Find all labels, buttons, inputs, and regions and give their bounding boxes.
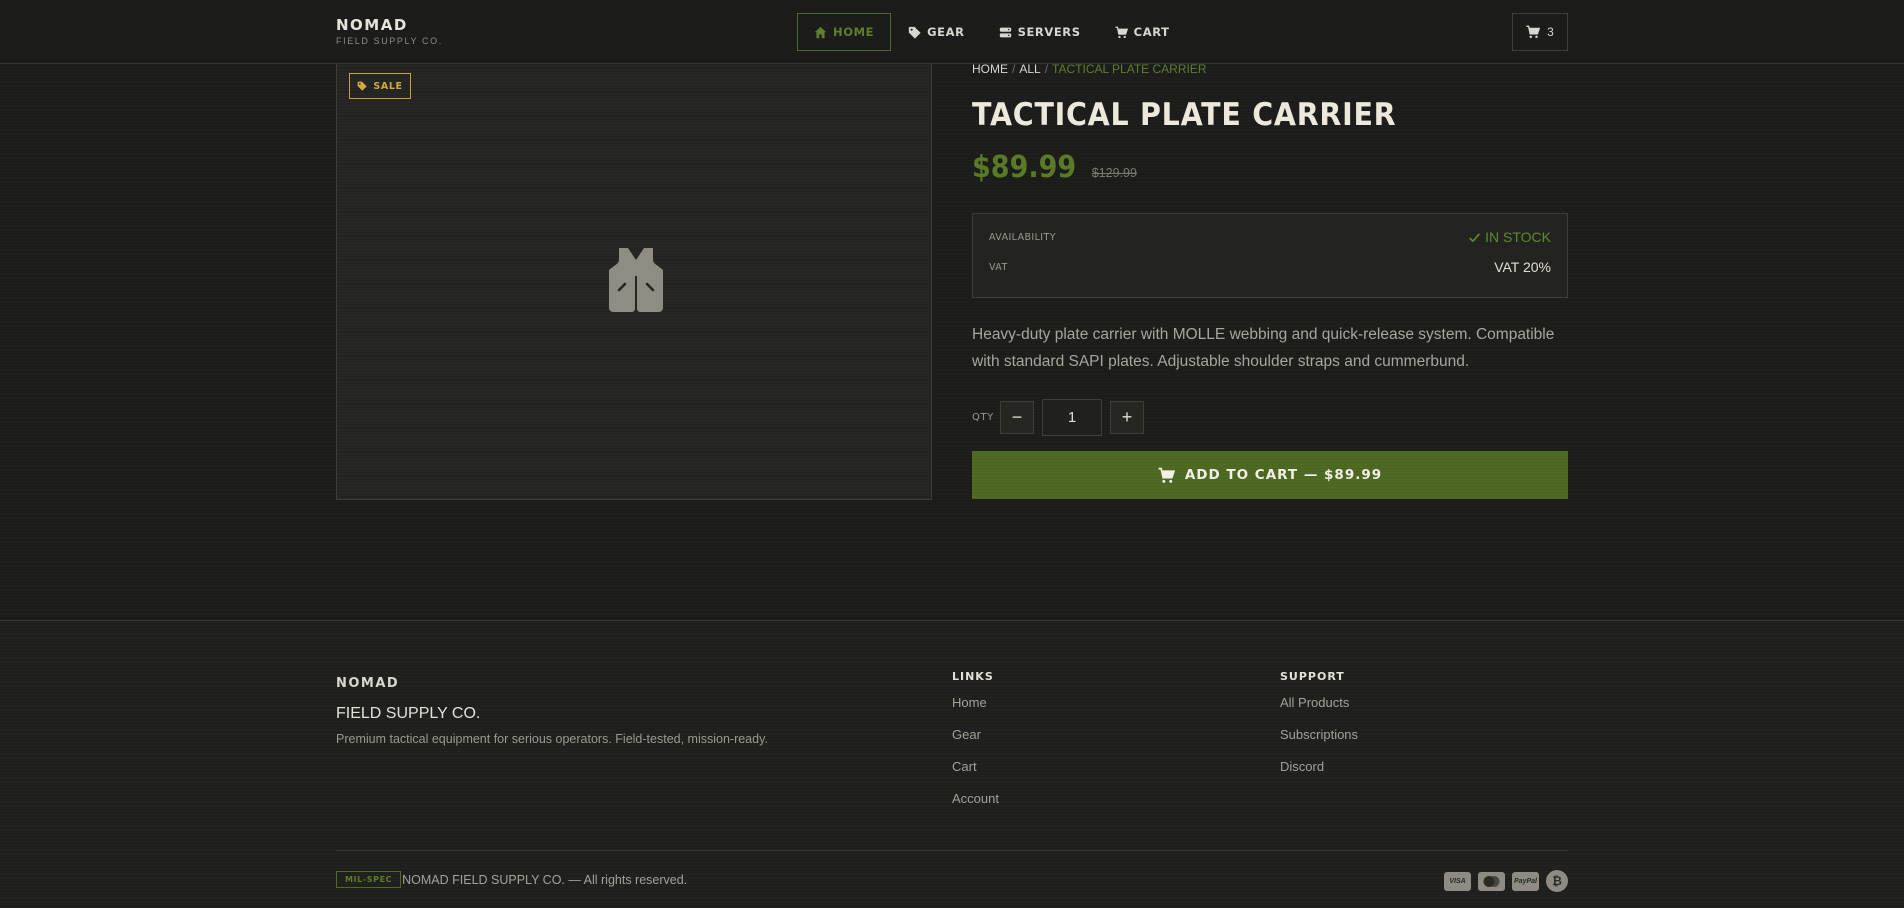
footer-links-title: LINKS (952, 670, 994, 683)
footer-divider (336, 850, 1568, 851)
specs-panel: AVAILABILITY IN STOCK VAT VAT 20% (972, 213, 1568, 298)
site-header: NOMAD FIELD SUPPLY CO. HOME GEAR SERVERS… (0, 0, 1904, 64)
copyright-text: NOMAD FIELD SUPPLY CO. — All rights rese… (402, 872, 688, 887)
cart-icon (1158, 467, 1175, 483)
breadcrumb: HOME / ALL / TACTICAL PLATE CARRIER (972, 62, 1568, 76)
footer-links-column: LINKS Home Gear Cart Account (952, 670, 999, 823)
add-to-cart-button[interactable]: ADD TO CART — $89.99 (972, 451, 1568, 499)
footer-link-discord[interactable]: Discord (1280, 759, 1358, 791)
qty-decrease-button[interactable]: − (1000, 401, 1034, 434)
price-row: $89.99 $129.99 (972, 150, 1137, 185)
nav-home[interactable]: HOME (797, 13, 892, 51)
product-info: HOME / ALL / TACTICAL PLATE CARRIER TACTICAL… (972, 62, 1568, 499)
nav-home-label: HOME (833, 25, 875, 39)
milspec-badge: MIL-SPEC (336, 871, 402, 888)
server-icon (999, 27, 1011, 37)
tag-icon (358, 81, 368, 91)
site-footer: NOMAD FIELD SUPPLY CO. Premium tactical … (0, 620, 1904, 908)
vat-row: VAT VAT 20% (989, 259, 1551, 275)
sale-badge: SALE (349, 73, 411, 99)
breadcrumb-home[interactable]: HOME (972, 62, 1008, 76)
breadcrumb-all[interactable]: ALL (1019, 62, 1040, 76)
product-description: Heavy-duty plate carrier with MOLLE webb… (972, 326, 1555, 370)
footer-link-home[interactable]: Home (952, 695, 999, 727)
availability-row: AVAILABILITY IN STOCK (989, 229, 1551, 245)
add-to-cart-label: ADD TO CART — $89.99 (1184, 467, 1383, 483)
main-nav: HOME GEAR SERVERS CART (797, 13, 1187, 51)
footer-link-subscriptions[interactable]: Subscriptions (1280, 727, 1358, 759)
product-title: TACTICAL PLATE CARRIER (972, 97, 1397, 133)
qty-increase-button[interactable]: + (1110, 401, 1144, 434)
quantity-stepper: QTY − 1 + (972, 399, 1144, 436)
home-icon (814, 26, 827, 38)
availability-status: IN STOCK (1468, 229, 1551, 245)
product-image: SALE (336, 64, 932, 500)
original-price: $129.99 (1091, 166, 1137, 180)
breadcrumb-separator: / (1012, 62, 1016, 76)
header-cart-button[interactable]: 3 (1512, 13, 1568, 51)
footer-link-all-products[interactable]: All Products (1280, 695, 1358, 727)
vest-icon (609, 248, 663, 312)
brand-subtitle: FIELD SUPPLY CO. (336, 36, 443, 46)
cart-count: 3 (1547, 25, 1554, 39)
check-icon (1469, 232, 1481, 242)
footer-bottom: MIL-SPEC NOMAD FIELD SUPPLY CO. — All ri… (336, 871, 687, 888)
brand-logo[interactable]: NOMAD FIELD SUPPLY CO. (336, 16, 443, 46)
footer-link-account[interactable]: Account (952, 791, 999, 823)
sale-badge-label: SALE (373, 80, 403, 92)
nav-gear[interactable]: GEAR (891, 13, 981, 51)
visa-icon: VISA (1444, 871, 1471, 891)
footer-brand: NOMAD (336, 676, 400, 691)
bitcoin-icon: ₿ (1546, 870, 1568, 892)
vat-label: VAT (989, 261, 1008, 273)
mastercard-icon (1478, 871, 1505, 891)
brand-name: NOMAD (336, 16, 408, 34)
nav-servers-label: SERVERS (1017, 25, 1081, 39)
availability-label: AVAILABILITY (989, 231, 1056, 243)
tag-icon (908, 26, 921, 39)
breadcrumb-separator: / (1044, 62, 1049, 76)
cart-icon (1526, 25, 1541, 39)
vat-value: VAT 20% (1494, 259, 1551, 275)
payment-methods: VISA PayPal ₿ (1444, 870, 1568, 892)
qty-input[interactable]: 1 (1042, 399, 1102, 436)
nav-gear-label: GEAR (927, 25, 965, 39)
footer-support-title: SUPPORT (1280, 670, 1345, 683)
current-price: $89.99 (972, 150, 1077, 185)
footer-tagline: Premium tactical equipment for serious o… (336, 732, 768, 746)
footer-link-gear[interactable]: Gear (952, 727, 999, 759)
footer-subtitle: FIELD SUPPLY CO. (336, 705, 481, 722)
cart-icon (1115, 26, 1128, 38)
nav-cart-label: CART (1133, 25, 1170, 39)
qty-label: QTY (972, 412, 994, 423)
availability-value: IN STOCK (1485, 229, 1551, 245)
breadcrumb-current: TACTICAL PLATE CARRIER (1052, 62, 1207, 76)
nav-servers[interactable]: SERVERS (982, 13, 1098, 51)
footer-link-cart[interactable]: Cart (952, 759, 999, 791)
paypal-icon: PayPal (1512, 871, 1539, 891)
footer-support-column: SUPPORT All Products Subscriptions Disco… (1280, 670, 1358, 791)
nav-cart[interactable]: CART (1098, 13, 1187, 51)
